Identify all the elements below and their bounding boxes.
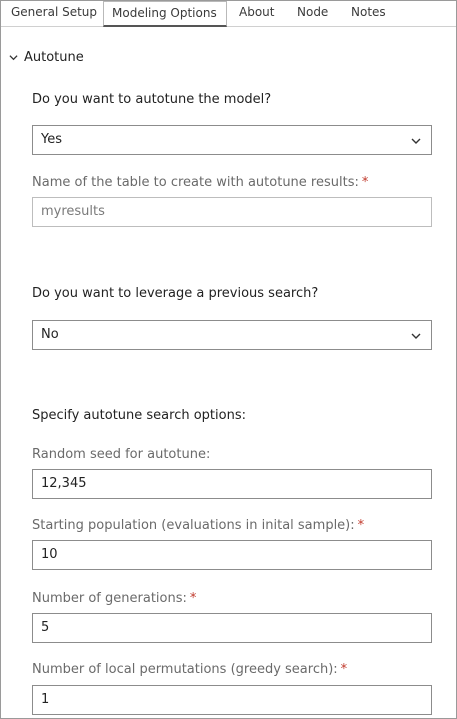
previous-search-select-value: No xyxy=(41,327,59,342)
chevron-down-icon xyxy=(411,333,421,339)
chevron-down-icon xyxy=(411,138,421,144)
autotune-question: Do you want to autotune the model? xyxy=(32,92,272,107)
results-table-field[interactable]: myresults xyxy=(32,197,432,227)
tab-node[interactable]: Node xyxy=(289,1,336,27)
tab-general-setup[interactable]: General Setup xyxy=(3,1,105,27)
starting-population-label: Starting population (evaluations in init… xyxy=(32,518,364,533)
previous-search-select[interactable]: No xyxy=(32,320,432,350)
search-options-heading: Specify autotune search options: xyxy=(32,408,246,423)
random-seed-field[interactable]: 12,345 xyxy=(32,469,432,499)
tab-modeling-options[interactable]: Modeling Options xyxy=(103,1,227,27)
generations-label: Number of generations: * xyxy=(32,591,196,606)
tab-about[interactable]: About xyxy=(231,1,282,27)
chevron-down-icon xyxy=(9,54,18,60)
autotune-section-toggle[interactable]: Autotune xyxy=(9,47,84,67)
tab-bar: General Setup Modeling Options About Nod… xyxy=(1,1,456,27)
required-marker: * xyxy=(357,518,365,533)
properties-panel: General Setup Modeling Options About Nod… xyxy=(0,0,457,719)
section-title: Autotune xyxy=(24,49,84,65)
local-permutations-label-text: Number of local permutations (greedy sea… xyxy=(32,662,338,677)
generations-field[interactable]: 5 xyxy=(32,613,432,643)
results-table-label-text: Name of the table to create with autotun… xyxy=(32,175,359,190)
required-marker: * xyxy=(340,662,348,677)
autotune-select-value: Yes xyxy=(41,132,62,147)
required-marker: * xyxy=(189,591,197,606)
results-table-label: Name of the table to create with autotun… xyxy=(32,175,368,190)
generations-label-text: Number of generations: xyxy=(32,591,187,606)
required-marker: * xyxy=(361,175,369,190)
starting-population-label-text: Starting population (evaluations in init… xyxy=(32,518,355,533)
tab-notes[interactable]: Notes xyxy=(343,1,394,27)
local-permutations-field[interactable]: 1 xyxy=(32,685,432,715)
autotune-select[interactable]: Yes xyxy=(32,125,432,155)
local-permutations-label: Number of local permutations (greedy sea… xyxy=(32,662,347,677)
previous-search-question: Do you want to leverage a previous searc… xyxy=(32,286,319,301)
starting-population-field[interactable]: 10 xyxy=(32,540,432,570)
random-seed-label: Random seed for autotune: xyxy=(32,447,211,462)
